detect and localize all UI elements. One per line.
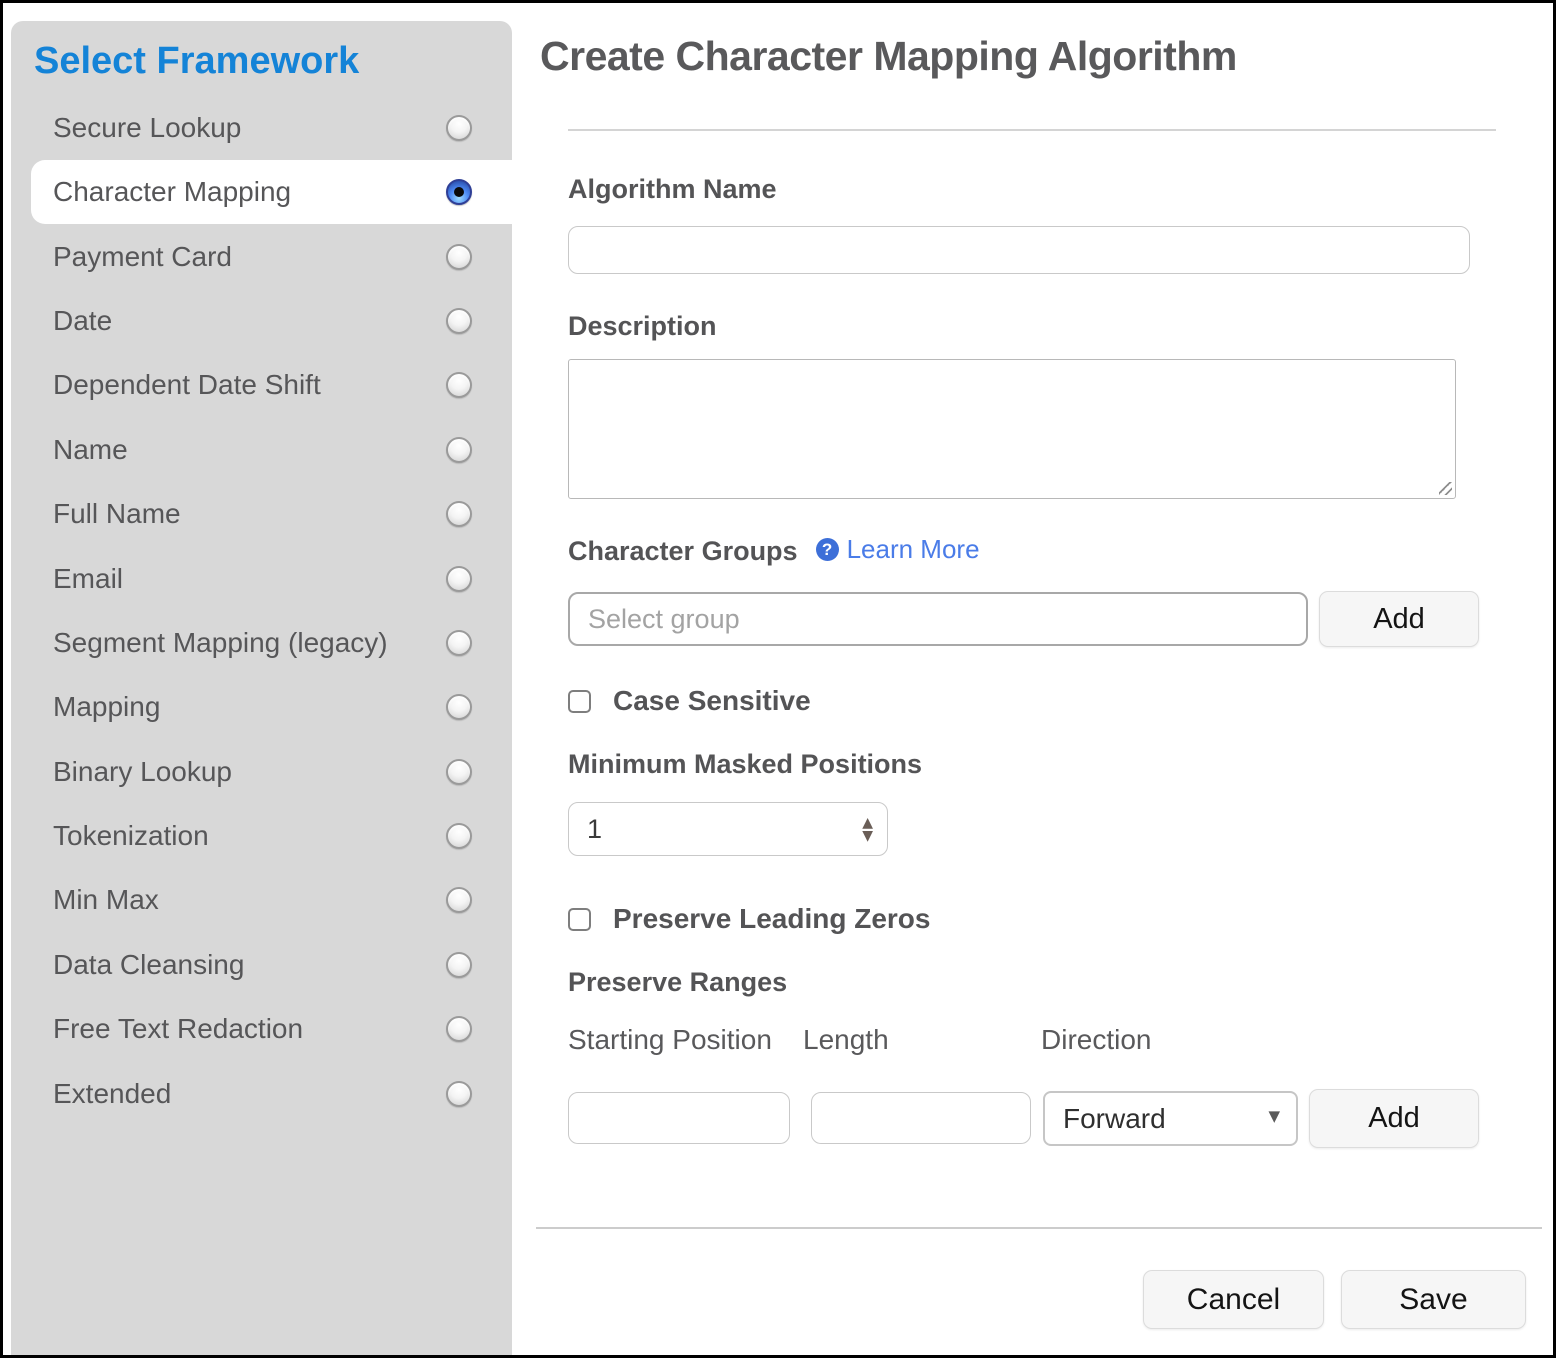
learn-more-group: ? Learn More	[816, 534, 980, 565]
framework-option-label: Min Max	[53, 884, 446, 916]
radio-button-icon[interactable]	[446, 244, 472, 270]
spinner-down-icon[interactable]: ▼	[862, 830, 873, 842]
footer-divider	[536, 1227, 1542, 1229]
direction-selected-value: Forward	[1063, 1103, 1268, 1135]
radio-button-icon[interactable]	[446, 372, 472, 398]
min-masked-value[interactable]: 1	[587, 814, 862, 845]
framework-option-secure-lookup[interactable]: Secure Lookup	[31, 96, 512, 160]
framework-option-free-text-redaction[interactable]: Free Text Redaction	[31, 997, 512, 1061]
framework-option-name[interactable]: Name	[31, 418, 512, 482]
framework-option-extended[interactable]: Extended	[31, 1061, 512, 1125]
framework-option-mapping[interactable]: Mapping	[31, 675, 512, 739]
framework-option-label: Free Text Redaction	[53, 1013, 446, 1045]
framework-sidebar: Select Framework Secure Lookup Character…	[11, 21, 512, 1355]
framework-option-date[interactable]: Date	[31, 289, 512, 353]
help-icon[interactable]: ?	[816, 538, 839, 561]
framework-option-data-cleansing[interactable]: Data Cleansing	[31, 933, 512, 997]
framework-option-label: Extended	[53, 1078, 446, 1110]
description-textarea[interactable]	[568, 359, 1456, 499]
framework-option-label: Secure Lookup	[53, 112, 446, 144]
framework-option-label: Mapping	[53, 691, 446, 723]
create-character-mapping-dialog: { "sidebar": { "title": "Select Framewor…	[0, 0, 1556, 1358]
starting-position-header: Starting Position	[568, 1024, 772, 1056]
spinner-arrows: ▲ ▼	[862, 817, 873, 842]
description-label: Description	[568, 311, 717, 342]
starting-position-input[interactable]	[568, 1092, 790, 1144]
learn-more-link[interactable]: Learn More	[847, 534, 980, 565]
radio-button-icon[interactable]	[446, 823, 472, 849]
radio-button-icon[interactable]	[446, 1016, 472, 1042]
main-panel: Create Character Mapping Algorithm Algor…	[513, 3, 1553, 1355]
framework-option-label: Binary Lookup	[53, 756, 446, 788]
framework-option-label: Segment Mapping (legacy)	[53, 627, 446, 659]
direction-select[interactable]: Forward ▼	[1043, 1091, 1298, 1146]
radio-button-icon[interactable]	[446, 887, 472, 913]
framework-option-label: Email	[53, 563, 446, 595]
algorithm-name-label: Algorithm Name	[568, 174, 777, 205]
framework-list: Secure Lookup Character Mapping Payment …	[31, 96, 512, 1126]
direction-header: Direction	[1041, 1024, 1151, 1056]
cancel-button[interactable]: Cancel	[1143, 1270, 1324, 1329]
framework-option-character-mapping[interactable]: Character Mapping	[31, 160, 512, 224]
framework-option-label: Name	[53, 434, 446, 466]
radio-button-icon[interactable]	[446, 1081, 472, 1107]
radio-button-icon[interactable]	[446, 501, 472, 527]
radio-button-icon[interactable]	[446, 437, 472, 463]
character-groups-header: Character Groups ? Learn More	[568, 536, 980, 567]
radio-button-icon[interactable]	[446, 566, 472, 592]
framework-option-label: Full Name	[53, 498, 446, 530]
framework-option-label: Tokenization	[53, 820, 446, 852]
add-range-button[interactable]: Add	[1309, 1089, 1479, 1148]
framework-option-label: Dependent Date Shift	[53, 369, 446, 401]
framework-option-label: Payment Card	[53, 241, 446, 273]
radio-button-selected-icon[interactable]	[446, 179, 472, 205]
radio-button-icon[interactable]	[446, 630, 472, 656]
framework-option-full-name[interactable]: Full Name	[31, 482, 512, 546]
min-masked-label: Minimum Masked Positions	[568, 749, 922, 780]
framework-option-tokenization[interactable]: Tokenization	[31, 804, 512, 868]
header-divider	[568, 129, 1496, 131]
framework-option-segment-mapping-legacy[interactable]: Segment Mapping (legacy)	[31, 611, 512, 675]
character-groups-label: Character Groups	[568, 536, 798, 567]
resize-handle-icon[interactable]	[1439, 482, 1452, 495]
add-group-button[interactable]: Add	[1319, 591, 1479, 647]
description-field-wrap	[568, 359, 1456, 499]
preserve-leading-zeros-label: Preserve Leading Zeros	[613, 903, 930, 935]
radio-button-icon[interactable]	[446, 308, 472, 334]
radio-button-icon[interactable]	[446, 759, 472, 785]
framework-option-payment-card[interactable]: Payment Card	[31, 224, 512, 288]
chevron-down-icon: ▼	[1268, 1107, 1280, 1125]
case-sensitive-row: Case Sensitive	[568, 685, 811, 717]
save-button[interactable]: Save	[1341, 1270, 1526, 1329]
algorithm-name-input[interactable]	[568, 226, 1470, 274]
spinner-up-icon[interactable]: ▲	[862, 817, 873, 829]
framework-option-label: Character Mapping	[53, 176, 446, 208]
case-sensitive-label: Case Sensitive	[613, 685, 811, 717]
radio-button-icon[interactable]	[446, 694, 472, 720]
radio-button-icon[interactable]	[446, 952, 472, 978]
preserve-leading-zeros-checkbox[interactable]	[568, 908, 591, 931]
select-group-input[interactable]	[568, 592, 1308, 646]
length-header: Length	[803, 1024, 889, 1056]
page-title: Create Character Mapping Algorithm	[540, 33, 1237, 80]
framework-option-email[interactable]: Email	[31, 546, 512, 610]
length-input[interactable]	[811, 1092, 1031, 1144]
case-sensitive-checkbox[interactable]	[568, 690, 591, 713]
framework-option-binary-lookup[interactable]: Binary Lookup	[31, 740, 512, 804]
sidebar-title: Select Framework	[11, 21, 512, 85]
preserve-leading-zeros-row: Preserve Leading Zeros	[568, 903, 930, 935]
framework-option-label: Date	[53, 305, 446, 337]
preserve-ranges-label: Preserve Ranges	[568, 967, 787, 998]
framework-option-label: Data Cleansing	[53, 949, 446, 981]
framework-option-min-max[interactable]: Min Max	[31, 868, 512, 932]
radio-button-icon[interactable]	[446, 115, 472, 141]
min-masked-spinner[interactable]: 1 ▲ ▼	[568, 802, 888, 856]
framework-option-dependent-date-shift[interactable]: Dependent Date Shift	[31, 353, 512, 417]
